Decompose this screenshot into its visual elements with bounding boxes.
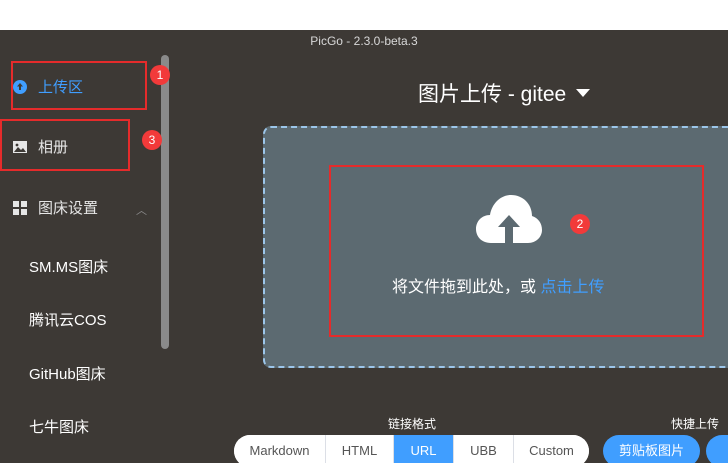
format-option-custom[interactable]: Custom bbox=[514, 435, 589, 463]
page-title[interactable]: 图片上传 - gitee bbox=[418, 78, 591, 108]
annotation-box bbox=[0, 119, 130, 171]
sidebar-item-label: 图床设置 bbox=[38, 200, 99, 217]
chevron-up-icon[interactable]: ︿ bbox=[136, 202, 147, 218]
caret-down-icon[interactable] bbox=[576, 89, 591, 97]
sidebar-scrollbar[interactable] bbox=[161, 55, 169, 349]
sidebar-item-settings[interactable]: 图床设置 bbox=[12, 197, 98, 218]
grid-icon bbox=[12, 200, 28, 216]
sidebar-subitem-tencent-cos[interactable]: 腾讯云COS bbox=[29, 309, 107, 330]
link-format-group: Markdown HTML URL UBB Custom bbox=[234, 435, 589, 463]
format-option-ubb[interactable]: UBB bbox=[454, 435, 514, 463]
annotation-box bbox=[11, 61, 147, 110]
top-blank-area bbox=[0, 0, 728, 30]
format-option-url[interactable]: URL bbox=[394, 435, 454, 463]
page-title-text: 图片上传 - gitee bbox=[418, 83, 567, 106]
format-option-html[interactable]: HTML bbox=[326, 435, 394, 463]
sidebar-subitem-smms[interactable]: SM.MS图床 bbox=[29, 256, 108, 277]
clipboard-upload-button[interactable]: 剪贴板图片 bbox=[603, 435, 700, 463]
sidebar-subitem-github[interactable]: GitHub图床 bbox=[29, 363, 106, 384]
format-option-markdown[interactable]: Markdown bbox=[234, 435, 326, 463]
annotation-box bbox=[329, 165, 704, 337]
annotation-badge: 3 bbox=[142, 130, 162, 150]
quick-upload-label: 快捷上传 bbox=[671, 417, 720, 431]
link-format-label: 链接格式 bbox=[388, 417, 437, 431]
annotation-badge: 1 bbox=[150, 65, 170, 85]
annotation-badge: 2 bbox=[570, 214, 590, 234]
quick-upload-button[interactable] bbox=[706, 435, 728, 463]
picgo-window: PicGo - 2.3.0-beta.3 上传区 相册 图床设置 ︿ SM.MS… bbox=[0, 30, 728, 463]
sidebar-subitem-qiniu[interactable]: 七牛图床 bbox=[29, 416, 89, 437]
